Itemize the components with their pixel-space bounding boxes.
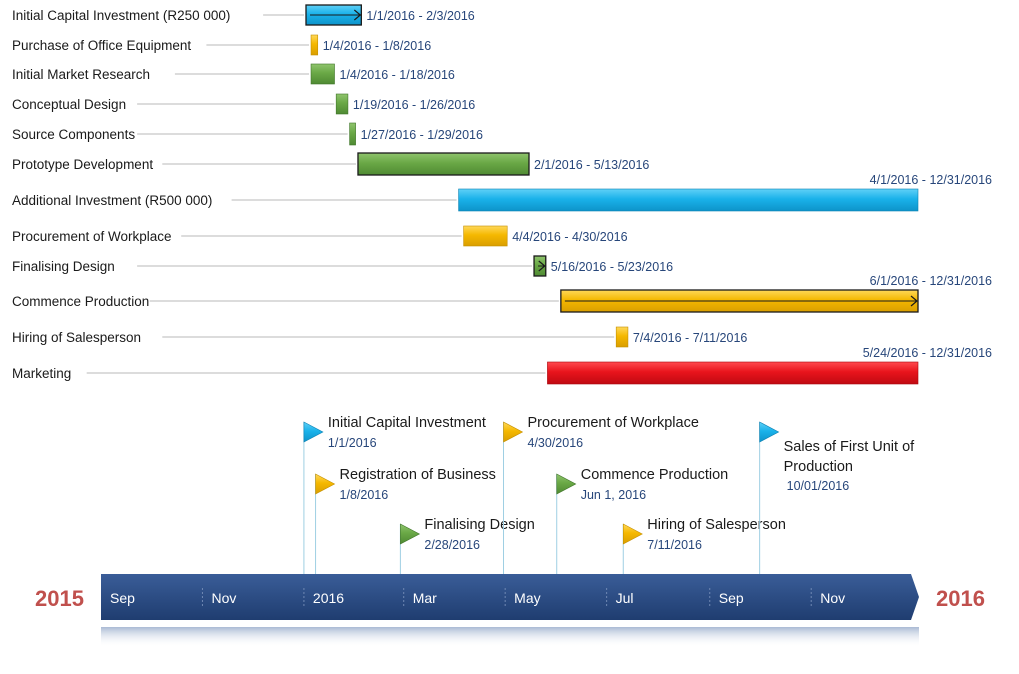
task-date-range: 1/4/2016 - 1/8/2016 — [323, 39, 431, 53]
task-date-range: 1/1/2016 - 2/3/2016 — [366, 9, 474, 23]
task-label: Purchase of Office Equipment — [12, 38, 191, 53]
task-rows: Initial Capital Investment (R250 000) 1/1… — [12, 4, 992, 385]
task-label: Conceptual Design — [12, 97, 126, 112]
month-label: Mar — [413, 590, 437, 606]
task-bar — [615, 326, 629, 348]
task-bar — [357, 152, 530, 176]
task-label: Hiring of Salesperson — [12, 330, 141, 345]
milestone-title: Commence Production — [581, 467, 729, 483]
task-label: Source Components — [12, 127, 135, 142]
task-row: Conceptual Design 1/19/2016 - 1/26/2016 — [12, 93, 475, 115]
task-row: Hiring of Salesperson 7/4/2016 - 7/11/201… — [12, 326, 747, 348]
milestone: Finalising Design 2/28/2016 — [399, 517, 535, 574]
task-bar — [310, 63, 335, 85]
task-row: Procurement of Workplace 4/4/2016 - 4/30/… — [12, 225, 628, 247]
task-date-range: 6/1/2016 - 12/31/2016 — [870, 274, 992, 288]
task-date-range: 1/4/2016 - 1/18/2016 — [340, 68, 455, 82]
task-label: Additional Investment (R500 000) — [12, 193, 212, 208]
milestone-flag-icon — [759, 421, 780, 443]
task-bar — [458, 188, 919, 212]
task-bar — [335, 93, 349, 115]
milestone-flag-icon — [315, 473, 336, 495]
milestone-flag-icon — [622, 523, 643, 545]
month-label: Jul — [616, 590, 634, 606]
milestone-title: Sales of First Unit of — [784, 439, 916, 455]
task-row: Marketing 5/24/2016 - 12/31/2016 — [12, 346, 992, 385]
task-label: Initial Market Research — [12, 67, 150, 82]
milestone-title: Hiring of Salesperson — [647, 517, 786, 533]
milestone-date: Jun 1, 2016 — [581, 488, 646, 502]
task-date-range: 4/1/2016 - 12/31/2016 — [870, 173, 992, 187]
milestone-date: 4/30/2016 — [528, 436, 584, 450]
task-label: Commence Production — [12, 294, 149, 309]
milestone-flag-icon — [303, 421, 324, 443]
month-label: 2016 — [313, 590, 344, 606]
task-row: Commence Production 6/1/2016 - 12/31/2016 — [12, 274, 992, 313]
milestone-title: Procurement of Workplace — [528, 415, 699, 431]
month-label: Sep — [110, 590, 135, 606]
task-bar — [349, 122, 356, 146]
task-bar — [547, 361, 919, 385]
month-label: Nov — [211, 590, 236, 606]
task-label: Initial Capital Investment (R250 000) — [12, 8, 230, 23]
task-date-range: 4/4/2016 - 4/30/2016 — [512, 230, 627, 244]
month-label: Nov — [820, 590, 845, 606]
task-date-range: 5/16/2016 - 5/23/2016 — [551, 260, 673, 274]
milestones: Initial Capital Investment 1/1/2016 Regist… — [303, 415, 916, 574]
milestone-date: 1/1/2016 — [328, 436, 377, 450]
task-row: Initial Market Research 1/4/2016 - 1/18/2… — [12, 63, 455, 85]
milestone: Sales of First Unit of Production 10/01/20… — [759, 421, 916, 574]
task-date-range: 7/4/2016 - 7/11/2016 — [633, 331, 747, 345]
task-row: Source Components 1/27/2016 - 1/29/2016 — [12, 122, 483, 146]
task-row: Prototype Development 2/1/2016 - 5/13/201… — [12, 152, 649, 176]
task-date-range: 1/27/2016 - 1/29/2016 — [361, 128, 483, 142]
milestone: Hiring of Salesperson 7/11/2016 — [622, 517, 786, 574]
task-row: Finalising Design 5/16/2016 - 5/23/2016 — [12, 255, 673, 277]
timeline-axis: 2015 2016 Sep Nov 2016 Mar May Jul Sep Nov — [35, 574, 985, 647]
milestone-title: Production — [784, 459, 853, 475]
task-row: Initial Capital Investment (R250 000) 1/1… — [12, 4, 475, 26]
task-date-range: 2/1/2016 - 5/13/2016 — [534, 158, 649, 172]
year-end-label: 2016 — [936, 586, 985, 611]
task-bar — [463, 225, 508, 247]
task-row: Purchase of Office Equipment 1/4/2016 - 1… — [12, 34, 431, 56]
milestone-title: Initial Capital Investment — [328, 415, 486, 431]
month-label: Sep — [719, 590, 744, 606]
project-timeline: Initial Capital Investment (R250 000) 1/1… — [12, 4, 992, 647]
month-label: May — [514, 590, 540, 606]
task-bar — [310, 34, 319, 56]
milestone-flag-icon — [503, 421, 524, 443]
task-date-range: 1/19/2016 - 1/26/2016 — [353, 98, 475, 112]
task-date-range: 5/24/2016 - 12/31/2016 — [863, 346, 992, 360]
timeline-axis-reflection — [101, 627, 919, 647]
milestone-date: 1/8/2016 — [340, 488, 389, 502]
task-label: Finalising Design — [12, 259, 115, 274]
task-row: Additional Investment (R500 000) 4/1/2016… — [12, 173, 992, 212]
milestone-date: 2/28/2016 — [424, 538, 480, 552]
year-start-label: 2015 — [35, 586, 84, 611]
milestone-flag-icon — [400, 523, 421, 545]
milestone-title: Registration of Business — [340, 467, 496, 483]
task-label: Procurement of Workplace — [12, 229, 172, 244]
milestone-flag-icon — [556, 473, 577, 495]
task-label: Prototype Development — [12, 157, 153, 172]
milestone-date: 7/11/2016 — [647, 538, 702, 552]
task-label: Marketing — [12, 366, 71, 381]
milestone-title: Finalising Design — [424, 517, 534, 533]
milestone-date: 10/01/2016 — [787, 479, 850, 493]
